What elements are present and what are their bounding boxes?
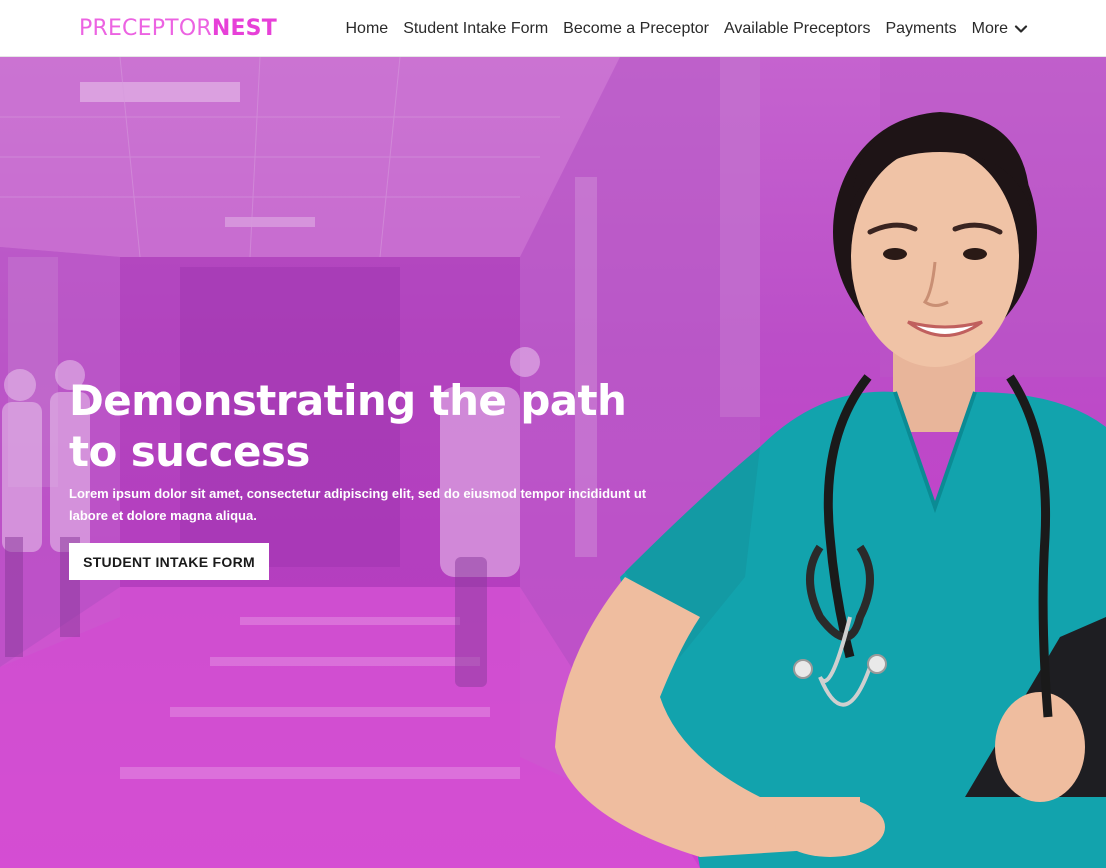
chevron-down-icon — [1014, 24, 1028, 33]
nav-payments[interactable]: Payments — [885, 20, 956, 38]
nav-available-preceptors[interactable]: Available Preceptors — [724, 20, 870, 38]
nav-more-label: More — [971, 19, 1009, 37]
logo-text-light: PRECEPTOR — [79, 16, 212, 41]
nav-student-intake-form[interactable]: Student Intake Form — [403, 20, 548, 38]
logo-text-bold: NEST — [211, 16, 277, 41]
site-header: PRECEPTORNEST Home Student Intake Form B… — [0, 0, 1106, 57]
nav-become-a-preceptor[interactable]: Become a Preceptor — [563, 20, 709, 38]
hero-section: Demonstrating the path to success Lorem … — [0, 57, 1106, 868]
hero-title: Demonstrating the path to success — [69, 376, 627, 476]
main-nav: Home Student Intake Form Become a Precep… — [338, 0, 1036, 57]
hero-subtitle: Lorem ipsum dolor sit amet, consectetur … — [69, 486, 647, 523]
nav-more[interactable]: More — [972, 20, 1028, 38]
nav-home[interactable]: Home — [346, 20, 389, 38]
site-logo[interactable]: PRECEPTORNEST — [79, 16, 277, 41]
student-intake-form-button[interactable]: STUDENT INTAKE FORM — [69, 543, 269, 580]
